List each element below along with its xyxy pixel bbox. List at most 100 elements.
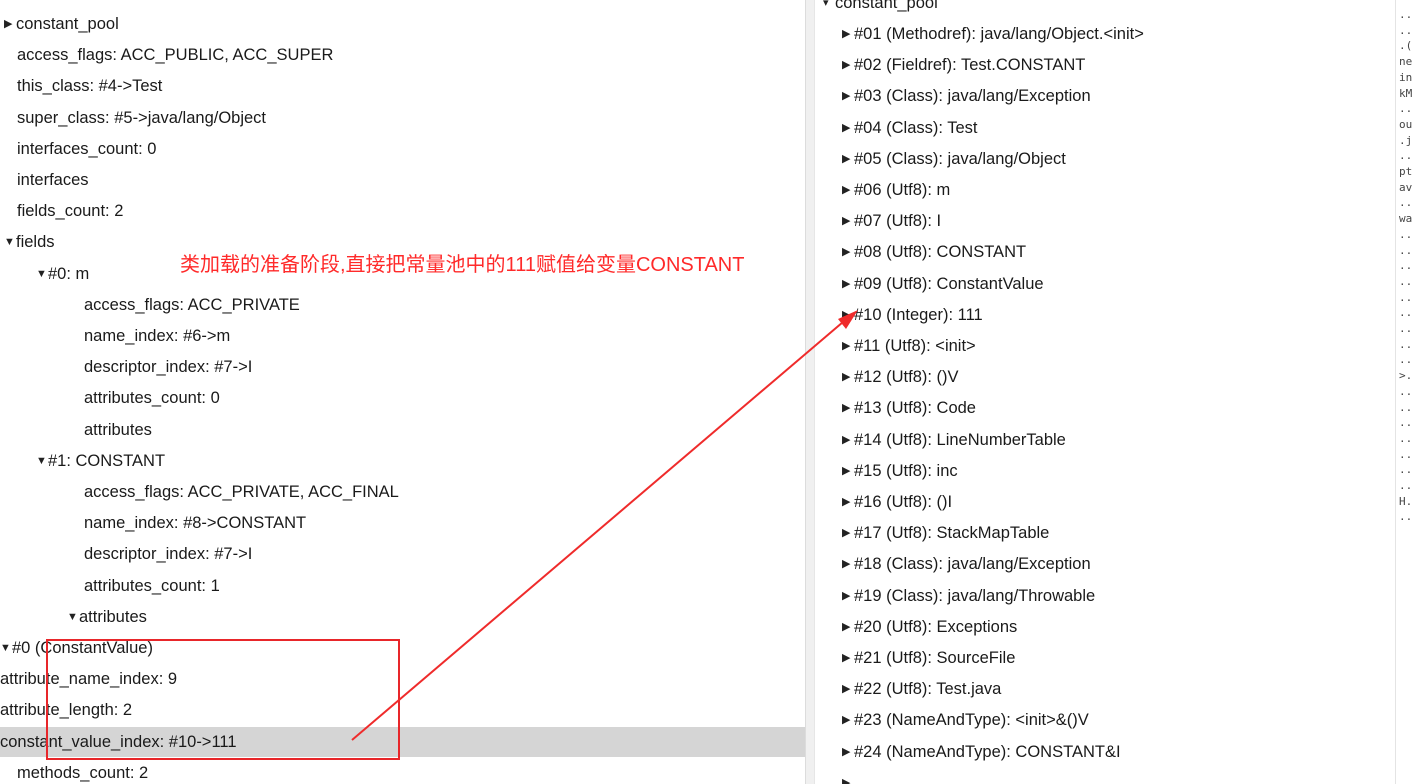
expand-triangle-right-icon[interactable]: ▶ bbox=[842, 393, 854, 423]
expand-triangle-down-icon[interactable]: ▼ bbox=[0, 633, 12, 663]
hex-view[interactable]: .... .(ne in kM.. ou .j.. pt av.. wa............… bbox=[1395, 0, 1416, 784]
constant-pool-entry[interactable]: ▶ #03 (Class): java/lang/Exception bbox=[842, 81, 1091, 111]
hex-ascii-cell: .. bbox=[1399, 322, 1413, 335]
expand-triangle-right-icon[interactable]: ▶ bbox=[842, 331, 854, 361]
expand-triangle-right-icon[interactable]: ▶ bbox=[842, 50, 854, 80]
tree-node[interactable]: interfaces_count: 0 bbox=[0, 134, 805, 164]
expand-triangle-right-icon[interactable]: ▶ bbox=[842, 362, 854, 392]
hex-ascii-cell: ou bbox=[1399, 117, 1413, 131]
expand-triangle-right-icon[interactable]: ▶ bbox=[842, 113, 854, 143]
constant-pool-entry[interactable]: ▶ #12 (Utf8): ()V bbox=[842, 362, 959, 392]
tree-node[interactable]: fields_count: 2 bbox=[0, 196, 805, 226]
constant-pool-entry-label: #06 (Utf8): m bbox=[854, 181, 951, 199]
expand-triangle-down-icon[interactable]: ▼ bbox=[36, 446, 48, 476]
constant-pool-entry[interactable]: ▶ #01 (Methodref): java/lang/Object.<init… bbox=[842, 19, 1144, 49]
expand-triangle-down-icon[interactable]: ▾ bbox=[823, 0, 835, 18]
constant-pool-entry[interactable]: ▶ #17 (Utf8): StackMapTable bbox=[842, 518, 1049, 548]
tree-node[interactable]: access_flags: ACC_PUBLIC, ACC_SUPER bbox=[0, 40, 805, 70]
constant-pool-entry-label: #01 (Methodref): java/lang/Object.<init> bbox=[854, 25, 1144, 43]
tree-node[interactable]: attributes_count: 0 bbox=[0, 383, 805, 413]
expand-triangle-right-icon[interactable]: ▶ bbox=[842, 175, 854, 205]
constant-pool-entry-label: #17 (Utf8): StackMapTable bbox=[854, 524, 1050, 543]
constant-pool-entry-label: #10 (Integer): 111 bbox=[854, 305, 983, 324]
expand-triangle-down-icon[interactable]: ▼ bbox=[67, 602, 79, 632]
tree-node[interactable]: ▼#1: CONSTANT bbox=[0, 446, 805, 476]
expand-triangle-right-icon[interactable]: ▶ bbox=[842, 674, 854, 704]
expand-triangle-right-icon[interactable]: ▶ bbox=[842, 612, 854, 642]
constant-pool-entry[interactable]: ▶ #09 (Utf8): ConstantValue bbox=[842, 269, 1044, 299]
constant-pool-tree[interactable]: ▾ constant_pool ▶ #01 (Methodref): java/lan… bbox=[815, 0, 1395, 784]
constant-pool-entry-label: #12 (Utf8): ()V bbox=[854, 368, 959, 387]
expand-triangle-down-icon[interactable]: ▼ bbox=[4, 227, 16, 257]
tree-node[interactable]: attributes_count: 1 bbox=[0, 571, 805, 601]
expand-triangle-right-icon[interactable]: ▶ bbox=[842, 643, 854, 673]
tree-node[interactable]: name_index: #8->CONSTANT bbox=[0, 508, 805, 538]
constant-pool-entry[interactable]: ▶ #10 (Integer): 111 bbox=[842, 300, 983, 330]
tree-node[interactable]: access_flags: ACC_PRIVATE bbox=[0, 290, 805, 320]
constant-pool-entry[interactable]: ▶ #05 (Class): java/lang/Object bbox=[842, 144, 1066, 174]
expand-triangle-right-icon[interactable]: ▶ bbox=[842, 237, 854, 267]
constant-pool-entry[interactable]: ▶ #02 (Fieldref): Test.CONSTANT bbox=[842, 50, 1085, 80]
constant-pool-entry[interactable]: ▶ #21 (Utf8): SourceFile bbox=[842, 643, 1015, 673]
expand-triangle-right-icon[interactable]: ▶ bbox=[842, 144, 854, 174]
expand-triangle-right-icon[interactable]: ▶ bbox=[842, 425, 854, 455]
constant-pool-entry[interactable]: ▶ #15 (Utf8): inc bbox=[842, 456, 958, 486]
expand-triangle-right-icon[interactable]: ▶ bbox=[842, 300, 854, 330]
constant-pool-entry[interactable]: ▶ #13 (Utf8): Code bbox=[842, 393, 976, 423]
constant-pool-entry[interactable]: ▶ bbox=[842, 768, 854, 784]
constant-pool-entry[interactable]: ▶ #22 (Utf8): Test.java bbox=[842, 674, 1001, 704]
constant-pool-entry[interactable]: ▶ #20 (Utf8): Exceptions bbox=[842, 612, 1017, 642]
constant-pool-entry[interactable]: ▶ #16 (Utf8): ()I bbox=[842, 487, 952, 517]
constant-pool-entry[interactable]: ▶ #07 (Utf8): I bbox=[842, 206, 941, 236]
expand-triangle-right-icon[interactable]: ▶ bbox=[842, 456, 854, 486]
expand-triangle-right-icon[interactable]: ▶ bbox=[842, 81, 854, 111]
tree-node[interactable]: ▼attributes bbox=[0, 602, 805, 632]
expand-triangle-right-icon[interactable]: ▶ bbox=[842, 269, 854, 299]
constant-pool-entry-label: #04 (Class): Test bbox=[854, 118, 978, 137]
tree-node[interactable]: methods_count: 2 bbox=[0, 758, 805, 784]
expand-triangle-right-icon[interactable]: ▶ bbox=[842, 487, 854, 517]
expand-triangle-right-icon[interactable]: ▶ bbox=[842, 206, 854, 236]
expand-triangle-right-icon[interactable]: ▶ bbox=[842, 705, 854, 735]
hex-ascii-cell: pt bbox=[1399, 165, 1413, 178]
expand-triangle-right-icon[interactable]: ▶ bbox=[842, 581, 854, 611]
tree-node[interactable]: descriptor_index: #7->I bbox=[0, 539, 805, 569]
tree-node[interactable]: interfaces bbox=[0, 165, 805, 195]
constant-pool-entry[interactable]: ▶ #19 (Class): java/lang/Throwable bbox=[842, 581, 1095, 611]
hex-ascii-cell: .. bbox=[1399, 510, 1413, 524]
constant-pool-entry-label: #08 (Utf8): CONSTANT bbox=[854, 243, 1027, 262]
expand-triangle-right-icon[interactable]: ▶ bbox=[842, 768, 854, 784]
constant-pool-entry-label: #16 (Utf8): ()I bbox=[854, 493, 953, 511]
expand-triangle-right-icon[interactable]: ▶ bbox=[842, 518, 854, 548]
tree-node[interactable]: ▶ constant_pool bbox=[0, 9, 805, 39]
constant-pool-header[interactable]: ▾ constant_pool bbox=[823, 0, 938, 18]
tree-node[interactable]: name_index: #6->m bbox=[0, 321, 805, 351]
constant-pool-entry-label: #09 (Utf8): ConstantValue bbox=[854, 274, 1044, 293]
tree-node[interactable]: this_class: #4->Test bbox=[0, 71, 805, 101]
expand-triangle-down-icon[interactable]: ▼ bbox=[36, 259, 48, 289]
constant-pool-entry-label: #05 (Class): java/lang/Object bbox=[854, 149, 1066, 168]
hex-ascii-cell: .. bbox=[1399, 416, 1413, 430]
pane-splitter[interactable] bbox=[805, 0, 815, 784]
hex-ascii-cell: .. bbox=[1399, 259, 1413, 273]
constant-pool-entry[interactable]: ▶ #08 (Utf8): CONSTANT bbox=[842, 237, 1026, 267]
expand-triangle-right-icon[interactable]: ▶ bbox=[842, 737, 854, 767]
expand-triangle-right-icon[interactable]: ▶ bbox=[4, 9, 16, 39]
tree-node[interactable]: super_class: #5->java/lang/Object bbox=[0, 103, 805, 133]
tree-node[interactable]: access_flags: ACC_PRIVATE, ACC_FINAL bbox=[0, 477, 805, 507]
constant-pool-entry[interactable]: ▶ #14 (Utf8): LineNumberTable bbox=[842, 425, 1066, 455]
tree-node-label: this_class: #4->Test bbox=[17, 77, 163, 96]
tree-node[interactable]: attributes bbox=[0, 415, 805, 445]
tree-node-label: methods_count: 2 bbox=[17, 763, 149, 782]
constant-pool-entry[interactable]: ▶ #04 (Class): Test bbox=[842, 113, 978, 143]
expand-triangle-right-icon[interactable]: ▶ bbox=[842, 19, 854, 49]
expand-triangle-right-icon[interactable]: ▶ bbox=[842, 549, 854, 579]
tree-node[interactable]: descriptor_index: #7->I bbox=[0, 352, 805, 382]
hex-ascii-cell: .. bbox=[1399, 23, 1413, 37]
constant-pool-entry[interactable]: ▶ #06 (Utf8): m bbox=[842, 175, 950, 205]
constant-pool-entry[interactable]: ▶ #24 (NameAndType): CONSTANT&I bbox=[842, 737, 1121, 767]
constant-pool-entry[interactable]: ▶ #23 (NameAndType): <init>&()V bbox=[842, 705, 1089, 735]
constant-pool-entry[interactable]: ▶ #18 (Class): java/lang/Exception bbox=[842, 549, 1091, 579]
hex-ascii-cell: ne bbox=[1399, 55, 1413, 69]
constant-pool-entry[interactable]: ▶ #11 (Utf8): <init> bbox=[842, 331, 976, 361]
